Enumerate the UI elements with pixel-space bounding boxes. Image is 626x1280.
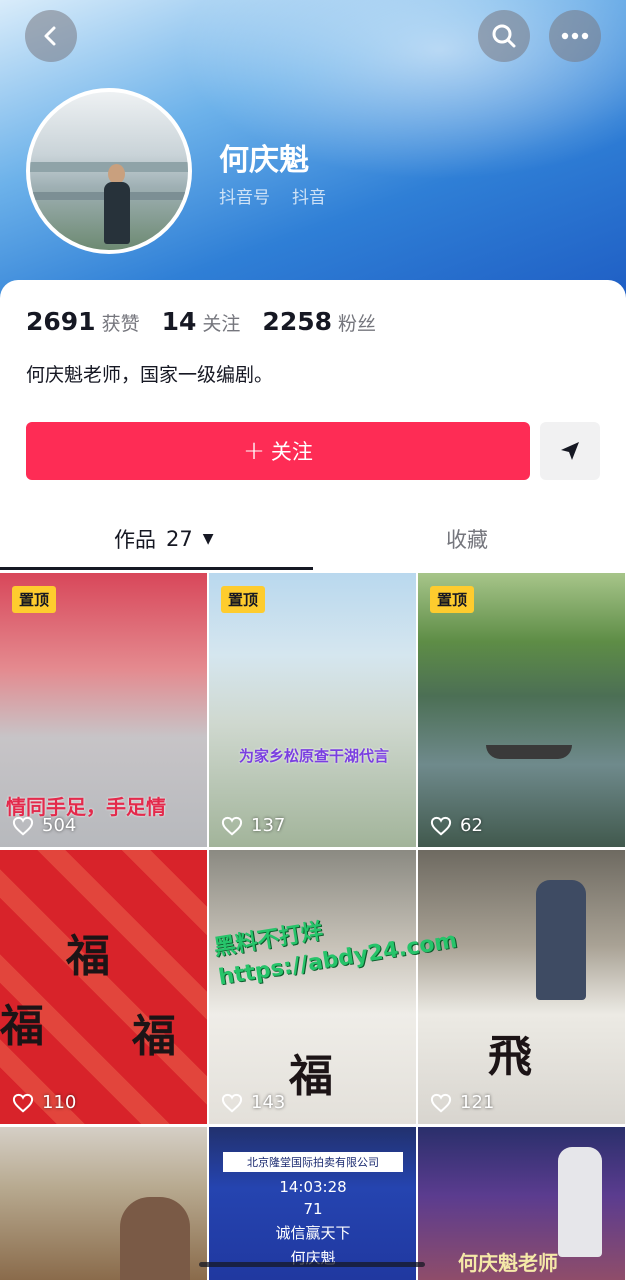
video-likes: 143 [221,1092,285,1113]
video-tile[interactable]: 福 福 福 110 [0,850,207,1124]
heart-icon [430,816,452,835]
heart-icon [430,1093,452,1112]
send-message-button[interactable] [540,422,600,480]
stat-likes[interactable]: 2691 获赞 [26,307,140,336]
home-indicator[interactable] [199,1262,425,1267]
person-figure [120,1197,190,1280]
pinned-badge: 置顶 [430,586,475,613]
avatar-person-head [108,164,125,184]
video-tile[interactable]: 置顶 为家乡松原查干湖代言 137 [209,573,416,847]
heart-icon [12,816,34,835]
heart-icon [12,1093,34,1112]
tab-works[interactable]: 作品 27 ▼ [114,524,214,554]
auction-company: 北京隆堂国际拍卖有限公司 [223,1152,403,1172]
plus-icon: + [243,436,265,466]
caret-down-icon: ▼ [202,531,214,547]
follow-button[interactable]: + 关注 [26,422,530,480]
video-tile[interactable]: 置顶 情同手足，手足情 504 [0,573,207,847]
video-likes: 121 [430,1092,494,1113]
stats-row: 2691 获赞 14 关注 2258 粉丝 [26,307,398,336]
calligraphy-character: 福 [132,1011,176,1062]
profile-bio: 何庆魁老师，国家一级编剧。 [26,364,274,386]
person-figure [558,1147,602,1257]
profile-name: 何庆魁 [219,143,309,178]
video-likes-count: 504 [42,815,77,836]
more-options-button[interactable] [549,10,601,62]
chevron-left-icon [44,26,56,46]
calligraphy-character: 飛 [488,1031,532,1082]
video-likes-count: 143 [251,1092,286,1113]
pinned-badge: 置顶 [12,586,57,613]
douyin-id-label: 抖音号 [219,188,270,208]
stat-following-label: 关注 [202,313,241,335]
search-button[interactable] [478,10,530,62]
auction-slogan: 诚信赢天下 [275,1224,351,1242]
video-caption: 何庆魁老师 [458,1251,558,1275]
video-likes-count: 121 [460,1092,495,1113]
tab-favorites[interactable]: 收藏 [446,524,488,554]
more-dots-icon [561,32,589,40]
calligraphy-character: 福 [0,1001,44,1052]
tab-favorites-label: 收藏 [446,528,488,552]
back-button[interactable] [25,10,77,62]
stat-likes-value: 2691 [26,307,96,336]
heart-icon [221,1093,243,1112]
pinned-badge: 置顶 [221,586,266,613]
profile-id-row: 抖音号 抖音 [219,183,326,208]
heart-icon [221,816,243,835]
video-tile[interactable]: 北京隆堂国际拍卖有限公司 14:03:28 71 诚信赢天下 何庆魁 [209,1127,416,1280]
auction-screen: 北京隆堂国际拍卖有限公司 14:03:28 71 诚信赢天下 何庆魁 [223,1152,403,1268]
video-likes: 504 [12,815,76,836]
stat-followers-label: 粉丝 [338,313,377,335]
video-likes: 62 [430,815,483,836]
video-likes: 137 [221,815,285,836]
video-likes: 110 [12,1092,76,1113]
tab-active-indicator [0,567,313,570]
video-likes-count: 62 [460,815,483,836]
avatar-person-body [104,182,130,244]
video-likes-count: 110 [42,1092,77,1113]
stat-following-value: 14 [161,307,197,336]
video-likes-count: 137 [251,815,286,836]
video-tile[interactable] [0,1127,207,1280]
stat-following[interactable]: 14 关注 [162,307,241,336]
avatar[interactable] [26,88,192,254]
video-tile[interactable]: 飛 121 [418,850,625,1124]
calligraphy-character: 福 [289,1051,333,1102]
video-caption: 为家乡松原查干湖代言 [239,747,390,765]
auction-lot-number: 71 [303,1200,323,1218]
calligraphy-character: 福 [66,931,110,982]
stat-likes-label: 获赞 [101,313,140,335]
stat-followers-value: 2258 [262,307,333,336]
video-tile[interactable]: 何庆魁老师 [418,1127,625,1280]
douyin-id-value: 抖音 [292,188,326,208]
paper-plane-icon [561,442,579,460]
auction-time: 14:03:28 [279,1178,347,1196]
search-icon [492,24,516,48]
tab-works-label: 作品 [114,528,156,552]
stat-followers[interactable]: 2258 粉丝 [262,307,376,336]
video-tile[interactable]: 置顶 62 [418,573,625,847]
person-figure [536,880,586,1000]
follow-button-label: 关注 [270,440,313,464]
boat-shape [486,745,572,759]
tab-works-count: 27 [166,527,193,551]
